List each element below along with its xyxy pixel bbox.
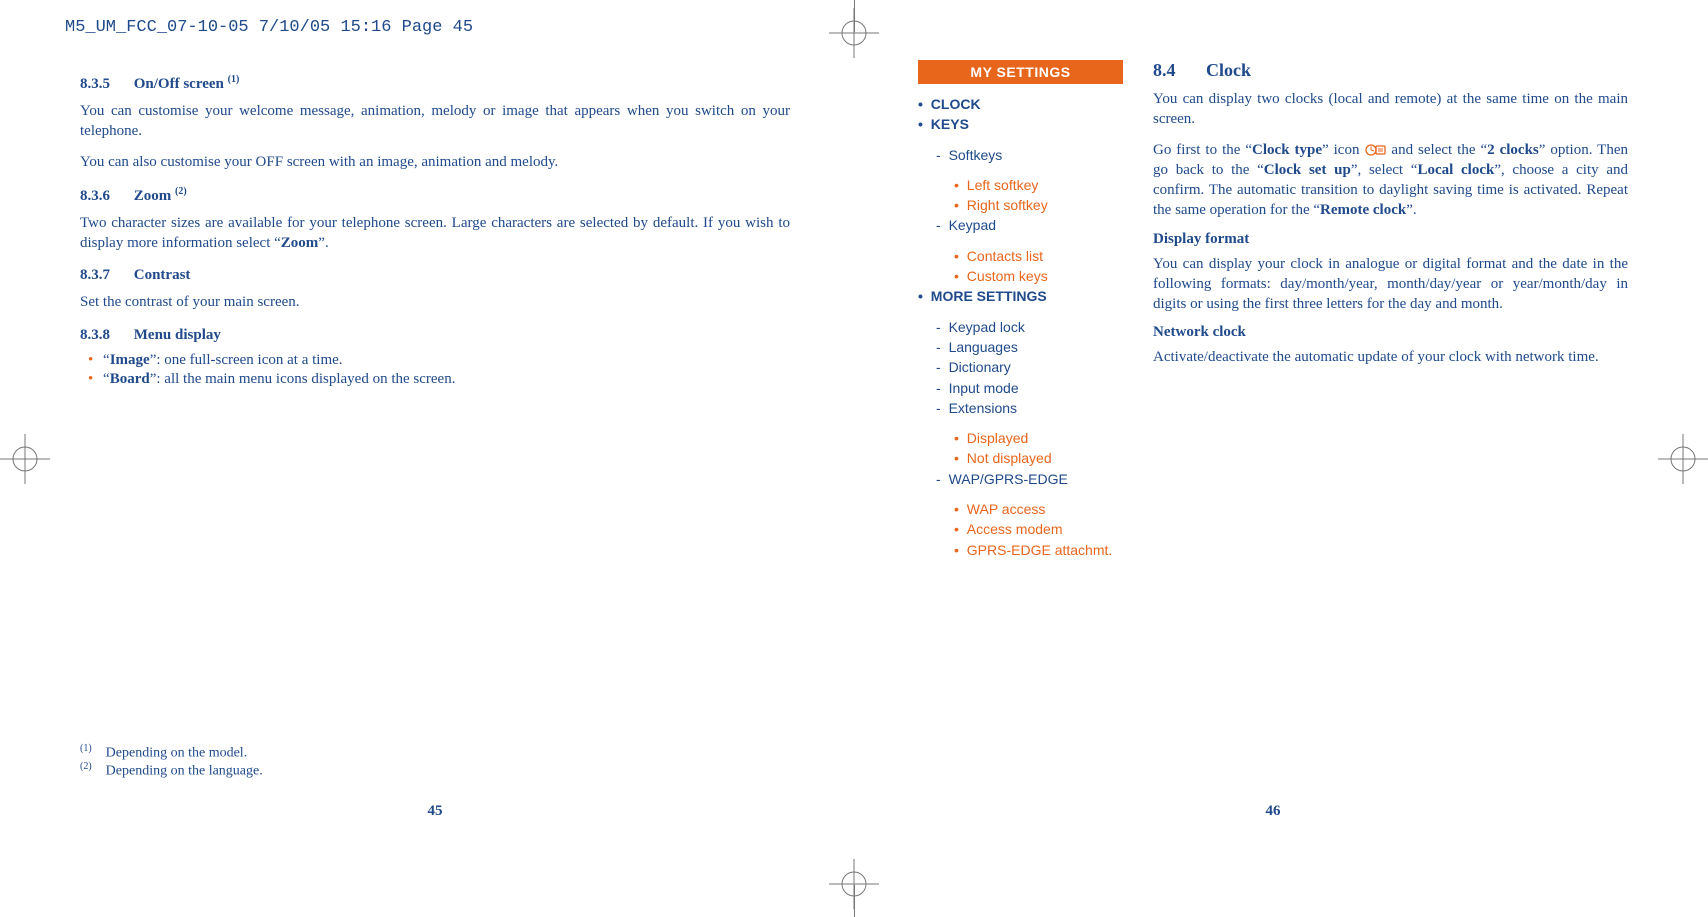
print-header-slug: M5_UM_FCC_07-10-05 7/10/05 15:16 Page 45 (65, 18, 473, 37)
sub-heading: Network clock (1153, 324, 1628, 341)
section-heading: 8.3.6 Zoom (2) (80, 186, 790, 205)
body-text: Go first to the “Clock type” icon and se… (1153, 140, 1628, 221)
section-heading: 8.3.8 Menu display (80, 327, 790, 344)
menu-item-l3: GPRS-EDGE attachmt. (954, 540, 1123, 560)
section-number: 8.3.5 (80, 76, 110, 92)
menu-display-list: “Image”: one full-screen icon at a time.… (80, 352, 790, 388)
footnote: (1)Depending on the model. (80, 743, 263, 762)
clock-type-icon (1364, 143, 1386, 157)
list-item: “Image”: one full-screen icon at a time. (80, 352, 790, 369)
menu-item-l2: Languages (936, 337, 1123, 357)
menu-item-l1: MORE SETTINGSKeypad lockLanguagesDiction… (918, 286, 1123, 560)
section-title: Contrast (134, 267, 191, 283)
menu-item-l2: WAP/GPRS-EDGEWAP accessAccess modemGPRS-… (936, 469, 1123, 560)
page-number: 45 (80, 803, 790, 820)
body-text: Two character sizes are available for yo… (80, 213, 790, 254)
menu-item-l2: SoftkeysLeft softkeyRight softkey (936, 145, 1123, 216)
menu-title-badge: MY SETTINGS (918, 60, 1123, 84)
menu-item-l2: ExtensionsDisplayedNot displayed (936, 398, 1123, 469)
menu-item-l3: Left softkey (954, 175, 1123, 195)
section-title: Zoom (2) (134, 188, 187, 204)
menu-item-l3: Right softkey (954, 195, 1123, 215)
menu-level-1: CLOCKKEYSSoftkeysLeft softkeyRight softk… (918, 94, 1123, 560)
menu-item-l2: Keypad lock (936, 317, 1123, 337)
registration-mark-right (1658, 434, 1708, 484)
menu-item-l3: Not displayed (954, 448, 1123, 468)
section-heading: 8.3.7 Contrast (80, 267, 790, 284)
menu-item-l1: KEYSSoftkeysLeft softkeyRight softkeyKey… (918, 114, 1123, 286)
menu-item-l3: Custom keys (954, 266, 1123, 286)
body-text: You can also customise your OFF screen w… (80, 152, 790, 172)
menu-item-l2: Input mode (936, 378, 1123, 398)
menu-tree: MY SETTINGS CLOCKKEYSSoftkeysLeft softke… (918, 60, 1123, 560)
registration-mark-left (0, 434, 50, 484)
menu-item-l3: WAP access (954, 499, 1123, 519)
footnote: (2)Depending on the language. (80, 761, 263, 780)
body-text: Set the contrast of your main screen. (80, 292, 790, 312)
registration-mark-top (829, 8, 879, 58)
section-heading: 8.4 Clock (1153, 60, 1628, 81)
menu-item-l3: Contacts list (954, 246, 1123, 266)
section-number: 8.4 (1153, 60, 1176, 80)
list-item: “Board”: all the main menu icons display… (80, 371, 790, 388)
sub-heading: Display format (1153, 231, 1628, 248)
page-46: MY SETTINGS CLOCKKEYSSoftkeysLeft softke… (918, 60, 1628, 820)
menu-item-l3: Displayed (954, 428, 1123, 448)
section-number: 8.3.7 (80, 267, 110, 283)
page-45: 8.3.5 On/Off screen (1) You can customis… (80, 60, 790, 820)
section-title: Menu display (134, 327, 221, 343)
content-column: 8.4 Clock You can display two clocks (lo… (1153, 60, 1628, 560)
section-title: Clock (1206, 60, 1251, 80)
footnotes: (1)Depending on the model. (2)Depending … (80, 743, 263, 780)
body-text: Activate/deactivate the automatic update… (1153, 347, 1628, 367)
menu-item-l2: KeypadContacts listCustom keys (936, 215, 1123, 286)
page-number: 46 (918, 803, 1628, 820)
body-text: You can customise your welcome message, … (80, 101, 790, 142)
section-number: 8.3.8 (80, 327, 110, 343)
body-text: You can display two clocks (local and re… (1153, 89, 1628, 130)
section-title: On/Off screen (1) (134, 76, 240, 92)
section-number: 8.3.6 (80, 188, 110, 204)
menu-item-l2: Dictionary (936, 357, 1123, 377)
menu-item-l1: CLOCK (918, 94, 1123, 114)
registration-mark-bottom (829, 859, 879, 909)
menu-item-l3: Access modem (954, 519, 1123, 539)
body-text: You can display your clock in analogue o… (1153, 254, 1628, 315)
section-heading: 8.3.5 On/Off screen (1) (80, 74, 790, 93)
